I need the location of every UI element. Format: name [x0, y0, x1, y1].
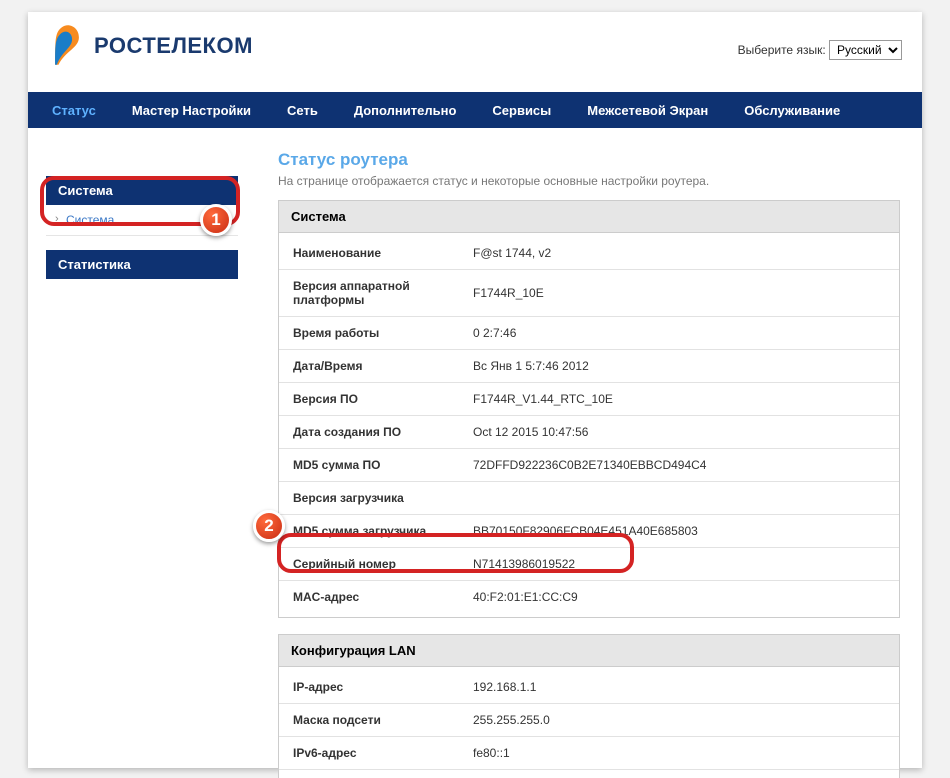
page-title: Статус роутера	[278, 150, 900, 170]
sidebar-header-system[interactable]: Система	[46, 176, 238, 205]
sidebar-group-system: Система Система	[46, 176, 238, 236]
row-value: 255.255.255.0	[459, 704, 899, 737]
row-label: Дата/Время	[279, 350, 459, 383]
row-value: BB70150F82906FCB04E451A40E685803	[459, 515, 899, 548]
table-row: Версия аппаратной платформыF1744R_10E	[279, 270, 899, 317]
nav-tab-firewall[interactable]: Межсетевой Экран	[569, 92, 726, 128]
brand-logo: РОСТЕЛЕКОМ	[50, 22, 253, 70]
main-nav: Статус Мастер Настройки Сеть Дополнитель…	[28, 92, 922, 128]
row-value: fe80::1	[459, 737, 899, 770]
nav-tab-wizard[interactable]: Мастер Настройки	[114, 92, 269, 128]
logo-icon	[50, 22, 84, 70]
row-label: Маска подсети	[279, 704, 459, 737]
table-row: IP-адрес192.168.1.1	[279, 671, 899, 704]
row-value: Oct 12 2015 10:47:56	[459, 416, 899, 449]
nav-tab-network[interactable]: Сеть	[269, 92, 336, 128]
page-subtitle: На странице отображается статус и некото…	[278, 174, 900, 188]
lan-table: IP-адрес192.168.1.1 Маска подсети255.255…	[279, 671, 899, 778]
row-value: 192.168.1.1	[459, 671, 899, 704]
row-value: 40:F2:01:E1:CC:C9	[459, 581, 899, 614]
row-label: Наименование	[279, 237, 459, 270]
row-value: F@st 1744, v2	[459, 237, 899, 270]
row-label: Версия загрузчика	[279, 482, 459, 515]
panel-lan-title: Конфигурация LAN	[279, 635, 899, 667]
nav-tab-advanced[interactable]: Дополнительно	[336, 92, 475, 128]
table-row: Версия загрузчика	[279, 482, 899, 515]
row-label: MD5 сумма ПО	[279, 449, 459, 482]
row-value: 0 2:7:46	[459, 317, 899, 350]
table-row: Время работы0 2:7:46	[279, 317, 899, 350]
row-label: IPv6-адрес	[279, 737, 459, 770]
table-row: НаименованиеF@st 1744, v2	[279, 237, 899, 270]
table-row: Версия ПОF1744R_V1.44_RTC_10E	[279, 383, 899, 416]
row-label: IP-адрес	[279, 671, 459, 704]
row-label: Серийный номер	[279, 548, 459, 581]
table-row: MAC-адрес40:F2:01:E1:CC:C9	[279, 581, 899, 614]
table-row: Серийный номерN71413986019522	[279, 548, 899, 581]
row-label: MD5 сумма загрузчика	[279, 515, 459, 548]
main-content: Статус роутера На странице отображается …	[238, 128, 922, 778]
language-label: Выберите язык:	[738, 43, 826, 57]
sidebar: Система Система Статистика	[28, 128, 238, 778]
row-label: Время работы	[279, 317, 459, 350]
nav-tab-status[interactable]: Статус	[28, 92, 114, 128]
row-label: Версия ПО	[279, 383, 459, 416]
row-label: Дата создания ПО	[279, 416, 459, 449]
row-label: Версия аппаратной платформы	[279, 270, 459, 317]
table-row: IPv6-адресfe80::1	[279, 737, 899, 770]
header: РОСТЕЛЕКОМ Выберите язык: Русский	[28, 12, 922, 92]
row-label: MAC-адрес	[279, 581, 459, 614]
row-value: F1744R_10E	[459, 270, 899, 317]
nav-tab-services[interactable]: Сервисы	[474, 92, 569, 128]
sidebar-header-stats[interactable]: Статистика	[46, 250, 238, 279]
row-value	[459, 482, 899, 515]
panel-lan: Конфигурация LAN IP-адрес192.168.1.1 Мас…	[278, 634, 900, 778]
row-value: 72DFFD922236C0B2E71340EBBCD494C4	[459, 449, 899, 482]
table-row: Дата/ВремяВс Янв 1 5:7:46 2012	[279, 350, 899, 383]
panel-system: Система НаименованиеF@st 1744, v2 Версия…	[278, 200, 900, 618]
nav-tab-maintenance[interactable]: Обслуживание	[726, 92, 858, 128]
table-row: MD5 сумма загрузчикаBB70150F82906FCB04E4…	[279, 515, 899, 548]
panel-system-title: Система	[279, 201, 899, 233]
row-value: Вкл.	[459, 770, 899, 778]
row-label: DHCP-сервер	[279, 770, 459, 778]
row-value: Вс Янв 1 5:7:46 2012	[459, 350, 899, 383]
language-selector: Выберите язык: Русский	[738, 40, 902, 60]
table-row: MD5 сумма ПО72DFFD922236C0B2E71340EBBCD4…	[279, 449, 899, 482]
system-table: НаименованиеF@st 1744, v2 Версия аппарат…	[279, 237, 899, 613]
table-row: DHCP-серверВкл.	[279, 770, 899, 778]
brand-text: РОСТЕЛЕКОМ	[94, 33, 253, 59]
sidebar-group-stats: Статистика	[46, 250, 238, 279]
table-row: Маска подсети255.255.255.0	[279, 704, 899, 737]
row-value: F1744R_V1.44_RTC_10E	[459, 383, 899, 416]
row-value: N71413986019522	[459, 548, 899, 581]
language-select[interactable]: Русский	[829, 40, 902, 60]
table-row: Дата создания ПОOct 12 2015 10:47:56	[279, 416, 899, 449]
sidebar-item-system[interactable]: Система	[46, 205, 238, 236]
